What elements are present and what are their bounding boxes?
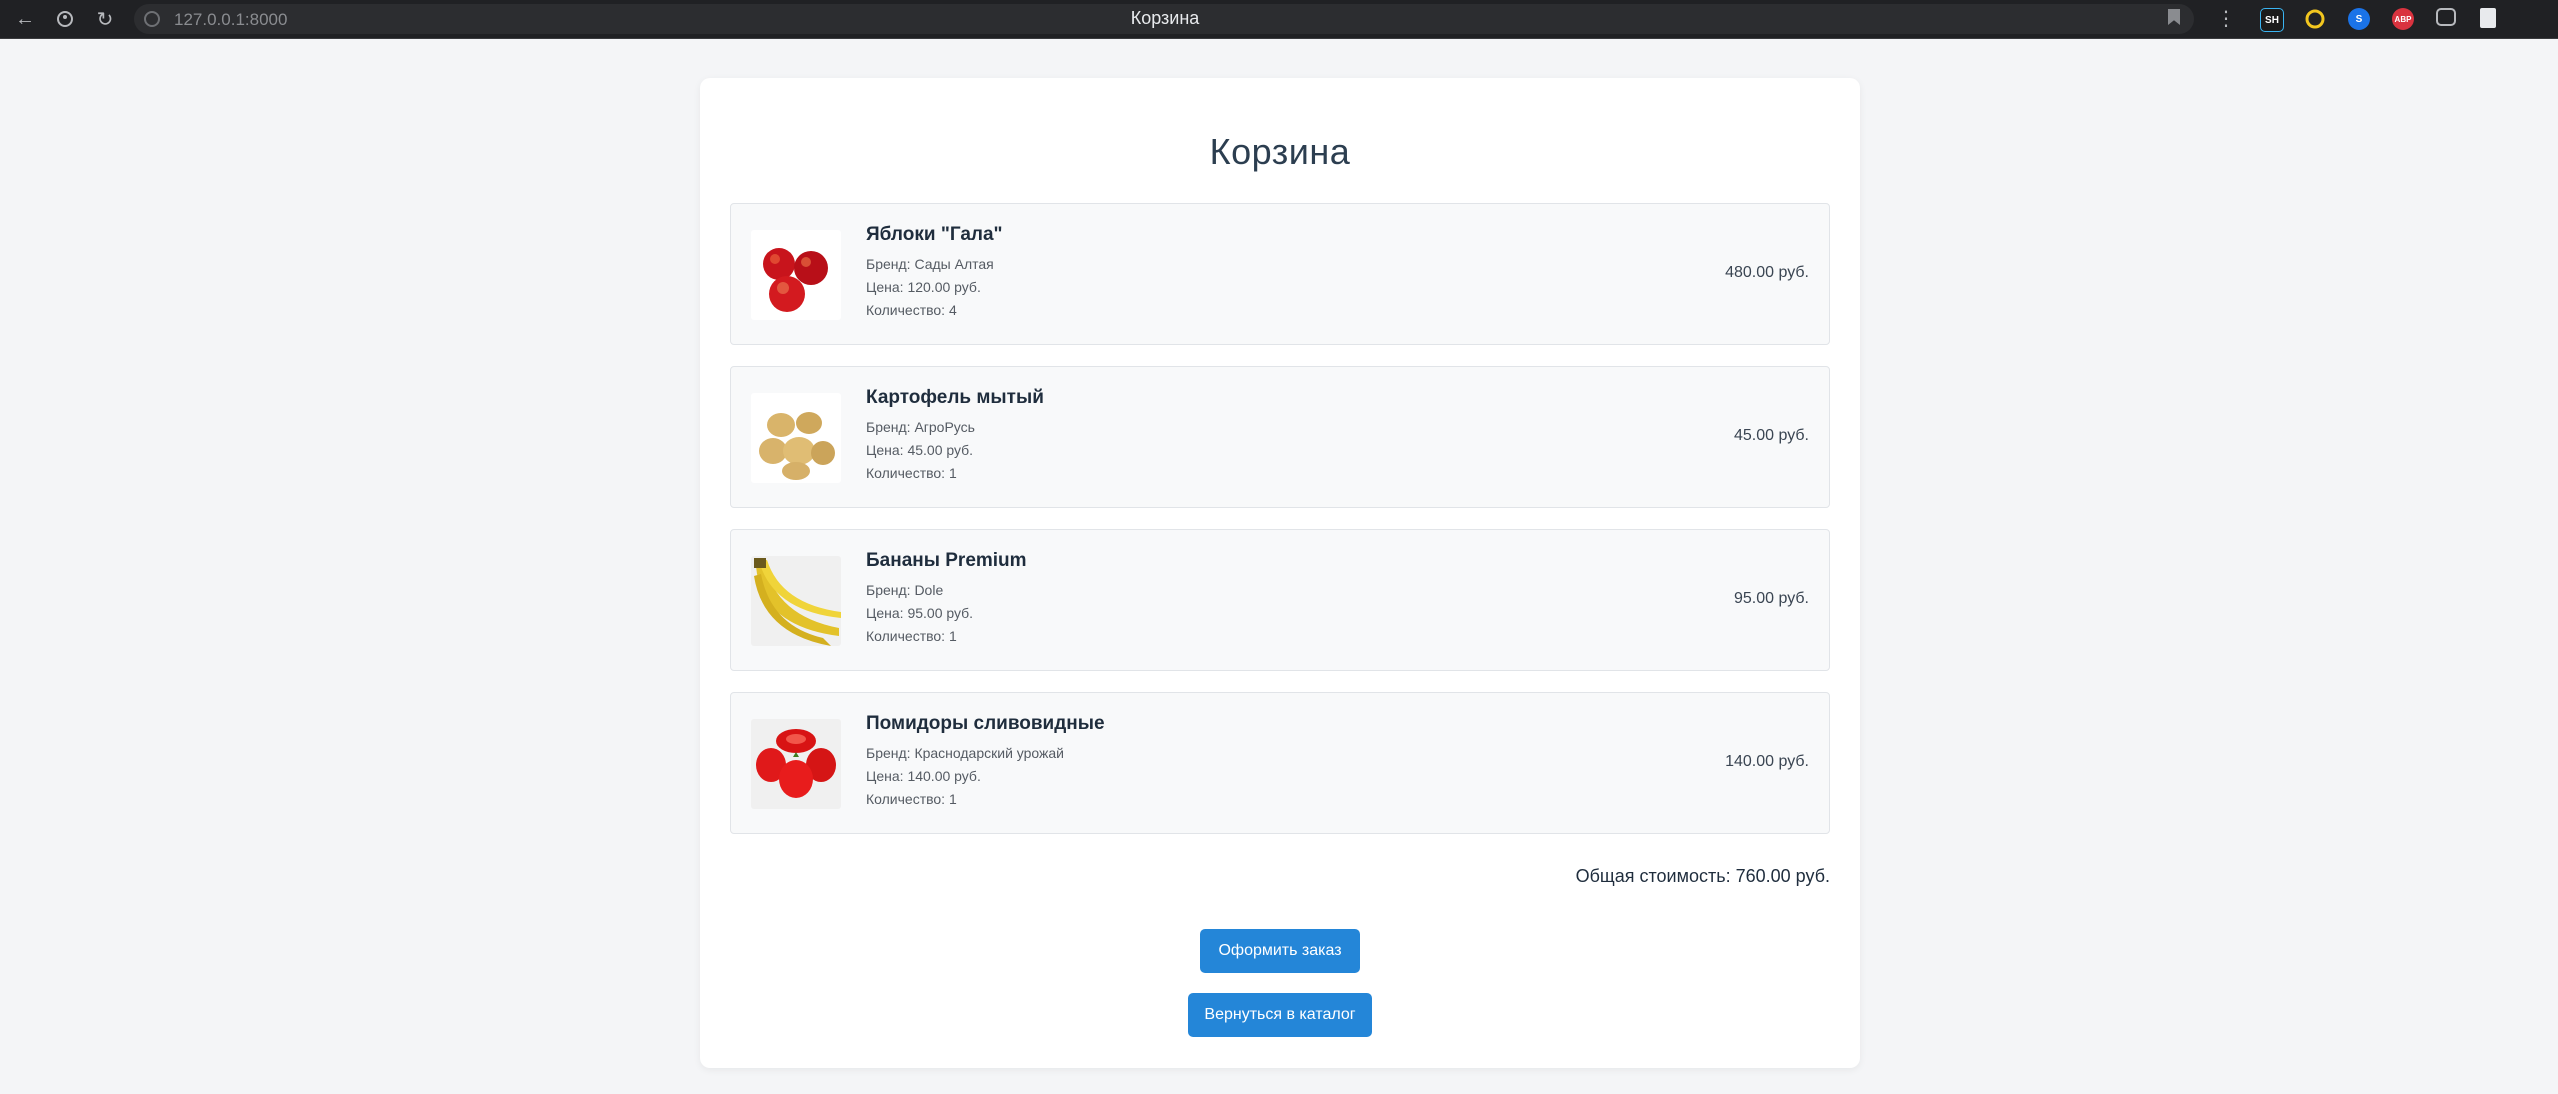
item-quantity: Количество: 1 — [866, 628, 957, 644]
extension-6-icon[interactable] — [2480, 8, 2496, 28]
bananas-image — [751, 556, 841, 646]
item-price: Цена: 120.00 руб. — [866, 279, 981, 295]
extension-3-icon[interactable]: S — [2348, 8, 2370, 30]
item-quantity: Количество: 1 — [866, 791, 957, 807]
cart-card: Корзина Яблоки "Гала" Бренд: Сады Алтая … — [700, 78, 1860, 1068]
extension-5-icon[interactable] — [2436, 8, 2456, 26]
item-brand: Бренд: Dole — [866, 582, 944, 598]
item-price: Цена: 95.00 руб. — [866, 605, 974, 621]
cart-item: Помидоры сливовидные Бренд: Краснодарски… — [730, 692, 1830, 834]
more-menu-icon[interactable]: ⋮ — [2216, 6, 2236, 31]
tomatoes-image — [751, 719, 841, 809]
page-title: Корзина — [1209, 131, 1351, 172]
adblock-icon[interactable]: ABP — [2392, 8, 2414, 30]
item-name: Картофель мытый — [866, 387, 1044, 408]
item-name: Помидоры сливовидные — [866, 713, 1105, 734]
item-quantity: Количество: 1 — [866, 465, 957, 481]
back-to-catalog-button[interactable]: Вернуться в каталог — [1188, 993, 1372, 1037]
item-price: Цена: 140.00 руб. — [866, 768, 981, 784]
item-brand: Бренд: Краснодарский урожай — [866, 745, 1065, 761]
potatoes-image — [751, 393, 841, 483]
extension-2-icon[interactable] — [2304, 8, 2326, 30]
item-subtotal: 95.00 руб. — [1734, 590, 1809, 607]
apples-image — [751, 230, 841, 320]
item-subtotal: 140.00 руб. — [1725, 753, 1809, 770]
item-price: Цена: 45.00 руб. — [866, 442, 974, 458]
browser-toolbar: ← ↻ 127.0.0.1:8000 Корзина ⋮ SH S ABP — [0, 0, 2558, 39]
item-subtotal: 480.00 руб. — [1725, 264, 1809, 281]
checkout-button[interactable]: Оформить заказ — [1200, 929, 1360, 973]
tab-title: Корзина — [1130, 8, 1200, 28]
item-name: Яблоки "Гала" — [866, 224, 1003, 245]
cart-item: Яблоки "Гала" Бренд: Сады Алтая Цена: 12… — [730, 203, 1830, 345]
item-subtotal: 45.00 руб. — [1734, 427, 1809, 444]
item-brand: Бренд: АгроРусь — [866, 419, 975, 435]
item-brand: Бренд: Сады Алтая — [866, 256, 994, 272]
item-name: Бананы Premium — [866, 550, 1027, 571]
item-quantity: Количество: 4 — [866, 302, 957, 318]
extension-1-icon[interactable]: SH — [2260, 8, 2284, 32]
cart-total: Общая стоимость: 760.00 руб. — [1575, 866, 1830, 886]
cart-item: Бананы Premium Бренд: Dole Цена: 95.00 р… — [730, 529, 1830, 671]
cart-item: Картофель мытый Бренд: АгроРусь Цена: 45… — [730, 366, 1830, 508]
